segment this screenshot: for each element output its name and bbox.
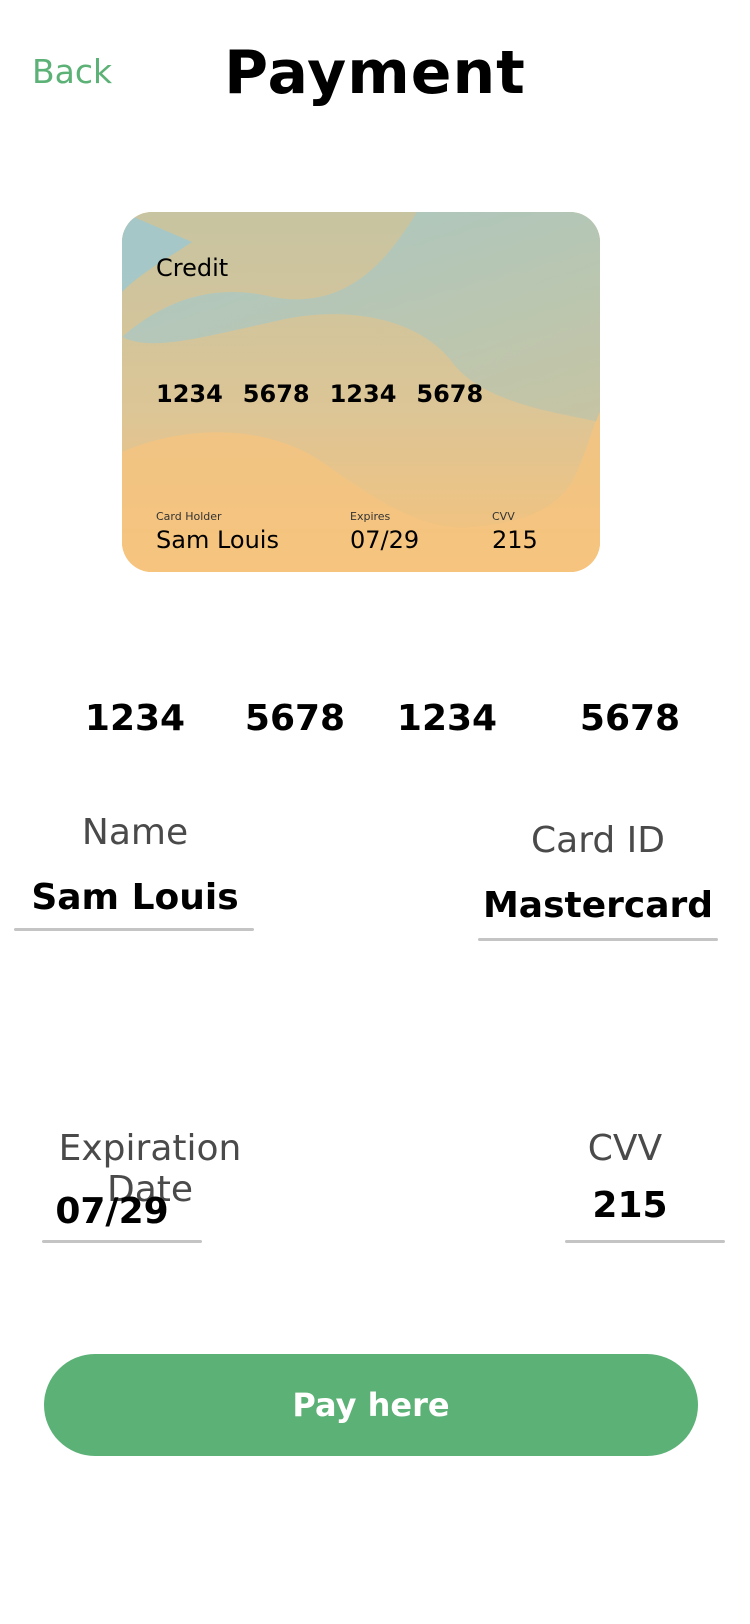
name-input[interactable] [15, 872, 255, 922]
card-holder-name: Sam Louis [156, 526, 279, 554]
card-number-group: 5678 [416, 380, 484, 408]
pay-here-button[interactable]: Pay here [44, 1354, 698, 1456]
card-cvv-label: CVV [492, 510, 515, 523]
cvv-label: CVV [587, 1128, 663, 1169]
name-label: Name [81, 812, 189, 853]
card-id-underline [478, 938, 718, 941]
cvv-input[interactable] [565, 1180, 695, 1230]
card-number-input-group-4[interactable]: 5678 [565, 698, 695, 739]
card-number-group: 5678 [242, 380, 310, 408]
card-number-input-group-3[interactable]: 1234 [382, 698, 512, 739]
card-number-input-group-1[interactable]: 1234 [70, 698, 200, 739]
expiration-date-input[interactable] [42, 1186, 182, 1236]
card-number: 1234 5678 1234 5678 [156, 380, 483, 408]
expiration-date-underline [42, 1240, 202, 1243]
card-expires-label: Expires [350, 510, 391, 523]
name-underline [14, 928, 254, 931]
card-holder-label: Card Holder [156, 510, 222, 523]
cvv-underline [565, 1240, 725, 1243]
card-type: Credit [156, 254, 229, 282]
card-id-label: Card ID [531, 820, 665, 861]
credit-card-preview: Credit 1234 5678 1234 5678 Card Holder S… [122, 212, 600, 572]
card-number-group: 1234 [156, 380, 223, 408]
card-number-input-group-2[interactable]: 5678 [230, 698, 360, 739]
card-number-group: 1234 [329, 380, 397, 408]
card-id-input[interactable] [478, 880, 718, 930]
page-title: Payment [224, 38, 526, 108]
card-expires-value: 07/29 [350, 526, 420, 554]
card-cvv-value: 215 [492, 526, 538, 554]
